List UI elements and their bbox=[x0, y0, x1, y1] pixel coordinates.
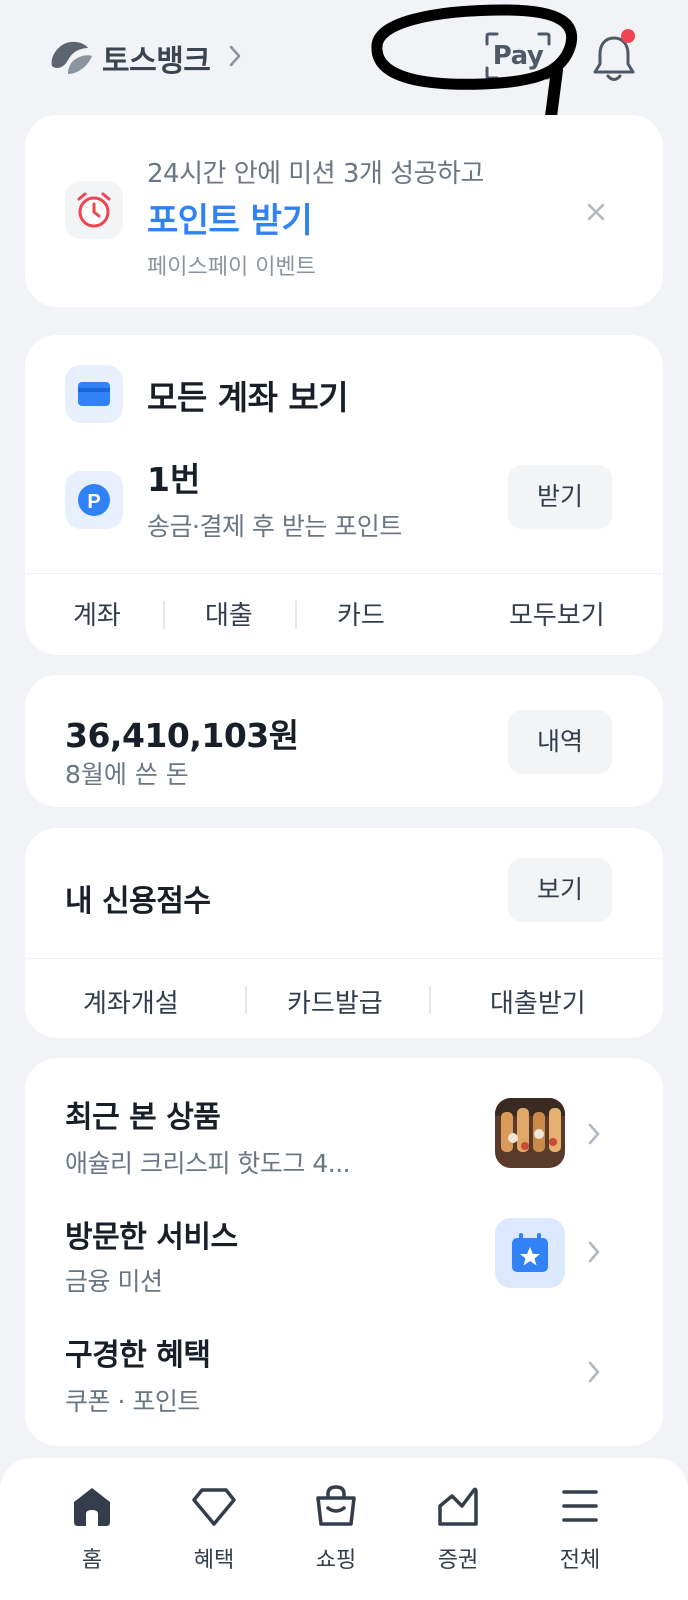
toss-logo-icon bbox=[51, 41, 92, 74]
points-value: 1번 bbox=[147, 460, 201, 499]
viewed-benefits-subtitle: 쿠폰 · 포인트 bbox=[65, 1387, 200, 1416]
tab-stocks-label: 증권 bbox=[437, 1548, 479, 1573]
pay-button[interactable]: Pay bbox=[483, 30, 553, 82]
pay-label: Pay bbox=[492, 41, 544, 71]
mission-title[interactable]: 포인트 받기 bbox=[147, 193, 313, 242]
chevron-right-icon bbox=[229, 45, 241, 67]
diamond-icon bbox=[192, 1488, 236, 1526]
chevron-right-icon[interactable] bbox=[587, 1360, 601, 1384]
mission-subtitle: 24시간 안에 미션 3개 성공하고 bbox=[147, 159, 484, 189]
recent-products-title[interactable]: 최근 본 상품 bbox=[65, 1092, 221, 1136]
accounts-card: 모든 계좌 보기 P 1번 송금·결제 후 받는 포인트 받기 계좌 대출 카드… bbox=[25, 335, 663, 655]
tab-all-label: 전체 bbox=[559, 1548, 601, 1573]
credit-view-button[interactable]: 보기 bbox=[508, 858, 612, 922]
history-button[interactable]: 내역 bbox=[508, 710, 612, 774]
alarm-clock-icon bbox=[77, 192, 111, 228]
menu-cards[interactable]: 카드 bbox=[337, 595, 385, 632]
visited-services-title[interactable]: 방문한 서비스 bbox=[65, 1212, 238, 1256]
viewed-benefits-title[interactable]: 구경한 혜택 bbox=[65, 1330, 211, 1374]
tab-stocks[interactable]: 증권 bbox=[398, 1458, 518, 1588]
bottom-tab-bar: 홈 혜택 쇼핑 증권 전체 bbox=[0, 1458, 688, 1600]
spending-amount: 36,410,103원 bbox=[65, 716, 299, 755]
chevron-right-icon[interactable] bbox=[587, 1122, 601, 1146]
tab-shopping[interactable]: 쇼핑 bbox=[276, 1458, 396, 1588]
menu-loans[interactable]: 대출 bbox=[205, 595, 253, 632]
home-icon bbox=[74, 1488, 110, 1526]
menu-issue-card[interactable]: 카드발급 bbox=[287, 983, 383, 1020]
menu-icon bbox=[562, 1490, 598, 1522]
separator bbox=[429, 986, 431, 1014]
recent-products-subtitle: 애슐리 크리스피 핫도그 4... bbox=[65, 1149, 351, 1178]
points-description: 송금·결제 후 받는 포인트 bbox=[147, 512, 402, 541]
calendar-icon-box[interactable] bbox=[495, 1218, 565, 1288]
tab-shopping-label: 쇼핑 bbox=[315, 1548, 357, 1573]
separator bbox=[295, 601, 297, 629]
menu-accounts[interactable]: 계좌 bbox=[73, 595, 121, 632]
top-header: 토스뱅크 Pay bbox=[0, 0, 688, 138]
brand-name[interactable]: 토스뱅크 bbox=[102, 36, 211, 80]
divider bbox=[25, 573, 663, 574]
divider bbox=[25, 958, 663, 959]
spending-label: 8월에 쓴 돈 bbox=[65, 760, 189, 789]
tab-home[interactable]: 홈 bbox=[32, 1458, 152, 1588]
chart-icon bbox=[438, 1487, 478, 1526]
card-icon-box bbox=[65, 365, 123, 423]
tab-benefits-label: 혜택 bbox=[193, 1548, 235, 1573]
alarm-icon-box bbox=[65, 181, 123, 239]
close-icon[interactable] bbox=[585, 201, 607, 223]
calendar-star-icon bbox=[512, 1233, 548, 1272]
chevron-right-icon[interactable] bbox=[587, 1240, 601, 1264]
credit-score-title[interactable]: 내 신용점수 bbox=[65, 876, 211, 920]
bell-icon[interactable] bbox=[590, 28, 642, 84]
credit-score-card: 내 신용점수 보기 계좌개설 카드발급 대출받기 bbox=[25, 828, 663, 1038]
menu-get-loan[interactable]: 대출받기 bbox=[490, 983, 586, 1020]
tab-benefits[interactable]: 혜택 bbox=[154, 1458, 274, 1588]
menu-open-account[interactable]: 계좌개설 bbox=[83, 983, 179, 1020]
visited-services-subtitle: 금융 미션 bbox=[65, 1267, 163, 1296]
shopping-bag-icon bbox=[316, 1485, 356, 1526]
all-accounts-link[interactable]: 모든 계좌 보기 bbox=[147, 371, 349, 419]
mission-note: 페이스페이 이벤트 bbox=[147, 255, 316, 280]
svg-text:P: P bbox=[87, 491, 100, 513]
receive-points-button[interactable]: 받기 bbox=[508, 465, 612, 529]
tab-home-label: 홈 bbox=[81, 1548, 103, 1573]
tab-all[interactable]: 전체 bbox=[520, 1458, 640, 1588]
points-icon-box: P bbox=[65, 471, 123, 529]
mission-card[interactable]: 24시간 안에 미션 3개 성공하고 포인트 받기 페이스페이 이벤트 bbox=[25, 115, 663, 307]
separator bbox=[245, 986, 247, 1014]
notification-dot bbox=[621, 29, 635, 43]
separator bbox=[163, 601, 165, 629]
recent-activity-card: 최근 본 상품 애슐리 크리스피 핫도그 4... 방문한 서비스 금융 미션 bbox=[25, 1058, 663, 1446]
spending-card[interactable]: 36,410,103원 8월에 쓴 돈 내역 bbox=[25, 675, 663, 807]
hotdog-thumbnail[interactable] bbox=[495, 1098, 565, 1168]
menu-view-all[interactable]: 모두보기 bbox=[509, 595, 605, 632]
point-coin-icon: P bbox=[78, 484, 110, 516]
credit-card-icon bbox=[78, 382, 110, 406]
